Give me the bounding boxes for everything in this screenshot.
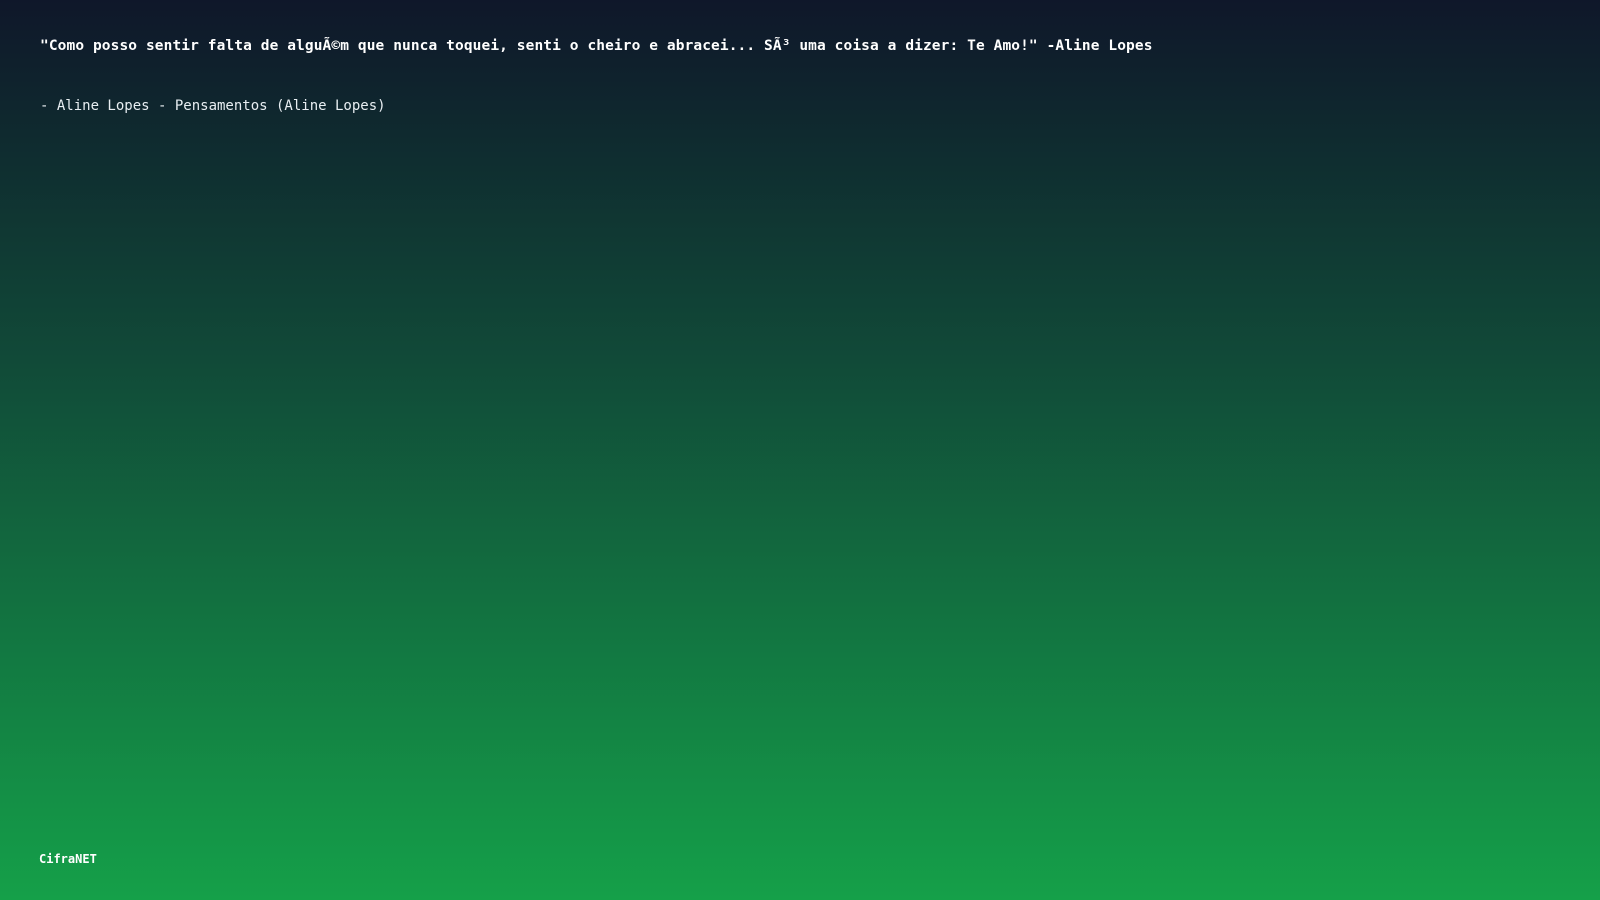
quote-text: "Como posso sentir falta de alguÃ©m que … bbox=[40, 38, 1153, 54]
quote-attribution: - Aline Lopes - Pensamentos (Aline Lopes… bbox=[40, 98, 386, 114]
brand-logo-text: CifraNET bbox=[39, 852, 97, 866]
